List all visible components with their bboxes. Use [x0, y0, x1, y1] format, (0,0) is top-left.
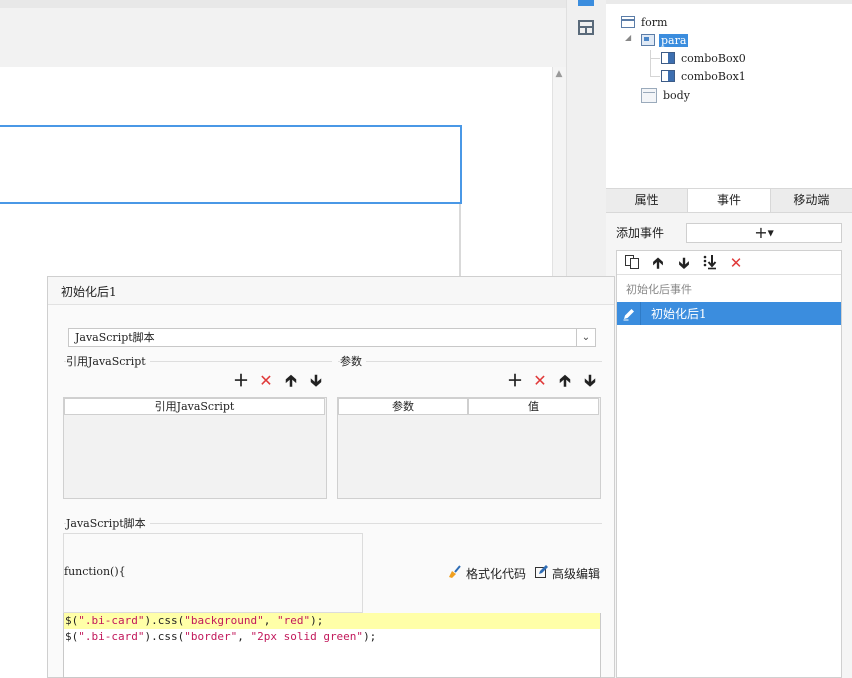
code-token: ".bi-card"	[78, 614, 145, 627]
move-down-icon[interactable]: 🡳	[675, 254, 693, 272]
code-token: "background"	[184, 614, 264, 627]
add-event-label: 添加事件	[616, 226, 665, 240]
ref-js-toolbar: ＋ ✕ 🡱 🡳	[233, 372, 324, 390]
code-token: );	[310, 614, 324, 627]
code-token: );	[363, 630, 377, 643]
function-header: function(){	[64, 565, 126, 578]
event-item-label: 初始化后1	[651, 307, 707, 321]
tab-events[interactable]: 事件	[687, 189, 771, 212]
delete-icon[interactable]: ✕	[532, 372, 548, 390]
code-token: ".bi-card"	[78, 630, 145, 643]
tab-properties[interactable]: 属性	[606, 189, 687, 212]
edit-box-icon	[534, 564, 549, 582]
para-widget-selection[interactable]	[0, 125, 462, 204]
code-token: "2px solid green"	[250, 630, 364, 643]
add-event-button[interactable]: +▼	[686, 223, 842, 243]
tree-node-label: body	[663, 88, 690, 102]
move-up-icon[interactable]: 🡱	[649, 254, 667, 272]
ref-js-section-label: 引用JavaScript	[66, 353, 150, 369]
scroll-up-icon[interactable]: ▲	[552, 67, 566, 81]
add-icon: +	[754, 223, 768, 242]
collapse-arrow-icon[interactable]: ◢	[625, 34, 633, 42]
delete-icon[interactable]: ✕	[258, 372, 274, 390]
code-line: $(".bi-card").css("background", "red");	[64, 613, 600, 629]
canvas-margin	[0, 8, 566, 67]
property-tabs: 属性 事件 移动端	[606, 188, 852, 213]
event-item[interactable]: 初始化后1	[617, 302, 841, 325]
body-icon	[641, 87, 657, 103]
code-token: "red"	[276, 614, 311, 627]
dialog-title: 初始化后1	[61, 285, 117, 299]
move-to-bottom-icon[interactable]	[701, 254, 719, 272]
broom-icon	[447, 564, 463, 583]
copy-icon[interactable]	[623, 254, 641, 272]
event-toolbar: 🡱 🡳 ✕	[617, 251, 841, 275]
code-token: $(	[65, 614, 79, 627]
ref-js-column-header: 引用JavaScript	[64, 398, 325, 415]
add-icon[interactable]: ＋	[233, 372, 249, 390]
tree-toolbar-strip	[606, 0, 852, 4]
edit-pencil-icon[interactable]	[617, 302, 641, 325]
tree-node-label: form	[641, 15, 668, 29]
params-section-label: 参数	[340, 353, 366, 369]
script-type-select[interactable]: JavaScript脚本	[68, 328, 596, 347]
format-code-button[interactable]: 格式化代码	[447, 564, 526, 583]
move-down-icon[interactable]: 🡳	[582, 372, 598, 390]
code-token: ).css(	[144, 630, 185, 643]
params-toolbar: ＋ ✕ 🡱 🡳	[507, 372, 598, 390]
tree-node-para[interactable]: para	[641, 32, 689, 48]
tree-node-label: comboBox1	[681, 69, 746, 83]
tree-node-body[interactable]: body	[641, 87, 692, 103]
section-divider	[338, 361, 602, 362]
code-token: $(	[65, 630, 79, 643]
side-tool-active-icon[interactable]	[578, 0, 594, 6]
param-value-column-header: 值	[468, 398, 599, 415]
format-code-label: 格式化代码	[466, 567, 527, 581]
canvas-scrollbar[interactable]	[552, 67, 566, 278]
widget-guide-line	[459, 204, 461, 278]
code-token: ).css(	[144, 614, 185, 627]
move-down-icon[interactable]: 🡳	[308, 372, 324, 390]
layout-icon[interactable]	[578, 20, 594, 35]
js-script-section-label: JavaScript脚本	[66, 515, 150, 531]
tab-mobile[interactable]: 移动端	[771, 189, 852, 212]
delete-icon[interactable]: ✕	[727, 254, 745, 272]
tree-node-form[interactable]: form	[621, 14, 669, 30]
tree-node-combobox1[interactable]: comboBox1	[661, 68, 748, 84]
move-up-icon[interactable]: 🡱	[557, 372, 573, 390]
form-icon	[621, 16, 635, 28]
code-token: "border"	[184, 630, 238, 643]
dropdown-caret-icon: ▼	[767, 228, 774, 238]
combobox-icon	[661, 52, 675, 64]
chevron-down-icon[interactable]: ⌄	[576, 329, 595, 346]
tree-node-label: comboBox0	[681, 51, 746, 65]
tree-node-combobox0[interactable]: comboBox0	[661, 50, 748, 66]
add-icon[interactable]: ＋	[507, 372, 523, 390]
code-line: $(".bi-card").css("border", "2px solid g…	[64, 629, 600, 645]
tree-node-label: para	[659, 33, 689, 47]
dialog-title-bar	[48, 277, 614, 305]
side-toolbar	[566, 0, 606, 278]
event-section-header: 初始化后事件	[626, 283, 692, 296]
para-icon	[641, 34, 655, 46]
advanced-edit-button[interactable]: 高级编辑	[534, 564, 600, 582]
canvas-top-strip	[0, 0, 566, 8]
move-up-icon[interactable]: 🡱	[283, 372, 299, 390]
advanced-edit-label: 高级编辑	[552, 566, 601, 581]
param-name-column-header: 参数	[338, 398, 468, 415]
code-token: ,	[263, 614, 277, 627]
combobox-icon	[661, 70, 675, 82]
code-token: ,	[237, 630, 251, 643]
